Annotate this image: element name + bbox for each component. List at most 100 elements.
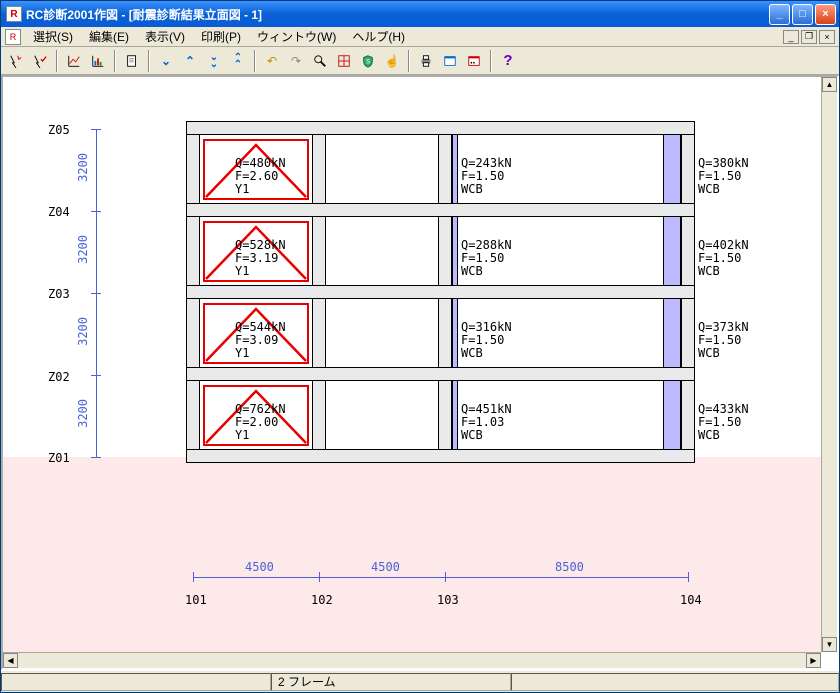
tool-page-icon[interactable] [121,50,143,72]
tool-grid-icon[interactable] [333,50,355,72]
menu-help[interactable]: ヘルプ(H) [344,26,413,47]
beam [186,203,695,217]
beam [186,121,695,135]
col-label: 102 [311,593,333,607]
col-label: 103 [437,593,459,607]
cell-data: Q=480kN F=2.60 Y1 [235,157,286,196]
cell-data: Q=433kN F=1.50 WCB [698,403,749,442]
beam [186,449,695,463]
menubar: R 選択(S) 編集(E) 表示(V) 印刷(P) ウィントウ(W) ヘルプ(H… [1,27,839,47]
z-label: Z02 [48,370,70,384]
window-title: RC診断2001作図 - [耐震診断結果立面図 - 1] [26,6,262,23]
floor-height-dim: 3200 [76,153,90,182]
titlebar[interactable]: R RC診断2001作図 - [耐震診断結果立面図 - 1] _ □ × [1,1,839,27]
tool-double-down-icon[interactable]: ⌄⌄ [203,50,225,72]
blue-wall [663,381,681,449]
app-window: R RC診断2001作図 - [耐震診断結果立面図 - 1] _ □ × R 選… [0,0,840,693]
status-frame: 2 フレーム [271,673,511,691]
axis-tick [91,211,101,212]
cell-data: Q=544kN F=3.09 Y1 [235,321,286,360]
scroll-down-button[interactable]: ▼ [822,637,837,652]
client-area: Z05 Z04 Z03 Z02 Z01 3200 3200 3200 3200 [1,75,839,670]
tool-help-icon[interactable]: ? [497,50,519,72]
floor-height-dim: 3200 [76,399,90,428]
cell-data: Q=380kN F=1.50 WCB [698,157,749,196]
tool-double-up-icon[interactable]: ⌃⌃ [227,50,249,72]
floor-height-dim: 3200 [76,317,90,346]
blue-wall [452,381,458,449]
cell-data: Q=451kN F=1.03 WCB [461,403,512,442]
axis-tick [445,572,446,582]
drawing-canvas[interactable]: Z05 Z04 Z03 Z02 Z01 3200 3200 3200 3200 [3,77,821,652]
floor-height-dim: 3200 [76,235,90,264]
tool-undo-icon[interactable]: ↶ [261,50,283,72]
z-label: Z01 [48,451,70,465]
tool-chart-bar-icon[interactable] [87,50,109,72]
cell-data: Q=528kN F=3.19 Y1 [235,239,286,278]
close-button[interactable]: × [815,4,836,25]
mdi-close-button[interactable]: × [819,30,835,44]
mdi-restore-button[interactable]: ❐ [801,30,817,44]
status-panel-1 [1,673,271,691]
axis-h-line [193,577,688,578]
blue-wall [663,217,681,285]
tool-shield-icon[interactable]: S [357,50,379,72]
status-panel-3 [511,673,839,691]
tool-dialog-icon[interactable] [463,50,485,72]
z-label: Z04 [48,205,70,219]
axis-tick [91,293,101,294]
beam [186,285,695,299]
toolbar: ⌄ ⌃ ⌄⌄ ⌃⌃ ↶ ↷ S ☝ ? [1,47,839,75]
scrollbar-horizontal[interactable]: ◀ ▶ [3,652,821,668]
document-icon[interactable]: R [5,29,21,45]
tool-print-icon[interactable] [415,50,437,72]
svg-text:S: S [366,58,370,65]
menu-edit[interactable]: 編集(E) [81,26,137,47]
scroll-up-button[interactable]: ▲ [822,77,837,92]
scroll-right-button[interactable]: ▶ [806,653,821,668]
tool-down-icon[interactable]: ⌄ [155,50,177,72]
z-label: Z03 [48,287,70,301]
axis-tick [91,375,101,376]
span-dim: 4500 [245,560,274,574]
tool-chart-line-icon[interactable] [63,50,85,72]
app-icon: R [6,6,22,22]
menu-view[interactable]: 表示(V) [137,26,193,47]
tool-zoom-icon[interactable] [309,50,331,72]
blue-wall [452,217,458,285]
tool-cursor-check-icon[interactable] [29,50,51,72]
ground-zone [3,457,821,652]
axis-tick [688,572,689,582]
menu-select[interactable]: 選択(S) [25,26,81,47]
scrollbar-vertical[interactable]: ▲ ▼ [821,77,837,652]
tool-hand-icon[interactable]: ☝ [381,50,403,72]
beam [186,367,695,381]
statusbar: 2 フレーム [1,670,839,692]
cell-data: Q=243kN F=1.50 WCB [461,157,512,196]
axis-tick [91,457,101,458]
tool-cursor-zigzag-icon[interactable] [5,50,27,72]
col-label: 101 [185,593,207,607]
axis-tick [319,572,320,582]
menu-window[interactable]: ウィントウ(W) [249,26,344,47]
tool-redo-icon[interactable]: ↷ [285,50,307,72]
tool-window-icon[interactable] [439,50,461,72]
cell-data: Q=373kN F=1.50 WCB [698,321,749,360]
minimize-button[interactable]: _ [769,4,790,25]
span-dim: 8500 [555,560,584,574]
menu-print[interactable]: 印刷(P) [193,26,249,47]
col-label: 104 [680,593,702,607]
maximize-button[interactable]: □ [792,4,813,25]
blue-wall [452,135,458,203]
cell-data: Q=288kN F=1.50 WCB [461,239,512,278]
mdi-minimize-button[interactable]: _ [783,30,799,44]
axis-tick [91,129,101,130]
blue-wall [663,135,681,203]
scroll-left-button[interactable]: ◀ [3,653,18,668]
axis-tick [193,572,194,582]
z-label: Z05 [48,123,70,137]
blue-wall [663,299,681,367]
cell-data: Q=316kN F=1.50 WCB [461,321,512,360]
tool-up-icon[interactable]: ⌃ [179,50,201,72]
cell-data: Q=762kN F=2.00 Y1 [235,403,286,442]
